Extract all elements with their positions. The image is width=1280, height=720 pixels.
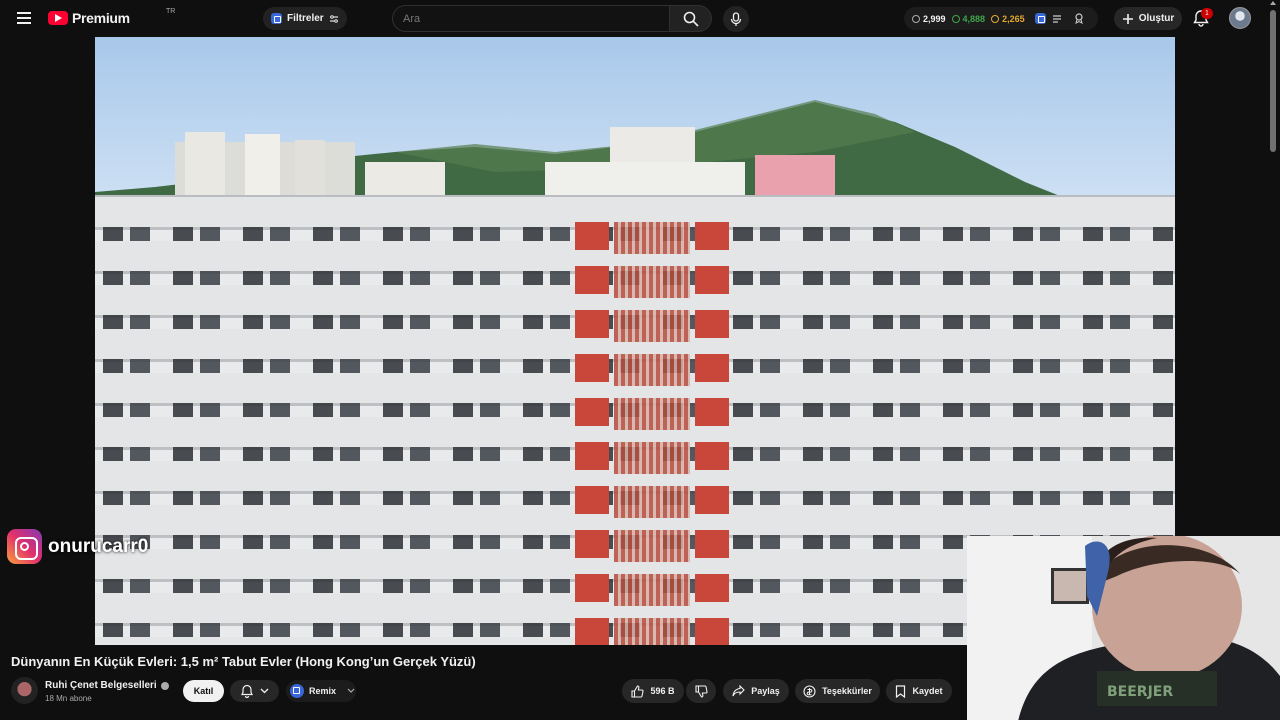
voice-search-button[interactable] bbox=[723, 6, 749, 32]
video-mountains bbox=[95, 100, 1175, 212]
views-stat: 2,999 bbox=[912, 14, 946, 24]
filters-label: Filtreler bbox=[287, 13, 324, 24]
youtube-logo-icon bbox=[48, 11, 68, 25]
coin-icon bbox=[991, 14, 1000, 23]
webcam-overlay: BEERJER bbox=[967, 536, 1280, 720]
join-button[interactable]: Katıl bbox=[183, 680, 224, 702]
instagram-overlay: onurucarr0 bbox=[7, 529, 148, 564]
views-count: 2,999 bbox=[923, 13, 946, 24]
search-bar bbox=[392, 5, 714, 32]
share-icon bbox=[732, 685, 746, 697]
extension-icon[interactable] bbox=[1034, 13, 1046, 24]
page-scrollbar[interactable] bbox=[1270, 10, 1276, 152]
microphone-icon bbox=[730, 11, 742, 26]
subscription-bell-button[interactable] bbox=[230, 680, 279, 702]
sliders-icon bbox=[329, 14, 338, 23]
like-button[interactable]: 596 B bbox=[622, 679, 684, 703]
instagram-handle: onurucarr0 bbox=[48, 535, 149, 557]
search-input[interactable] bbox=[392, 5, 670, 32]
eye-icon bbox=[912, 14, 920, 23]
subscriber-count: 18 Mn abone bbox=[45, 694, 92, 703]
share-button[interactable]: Paylaş bbox=[723, 679, 789, 703]
svg-text:BEERJER: BEERJER bbox=[1107, 684, 1173, 700]
hamburger-menu-icon[interactable] bbox=[12, 8, 36, 28]
channel-avatar[interactable] bbox=[11, 677, 38, 704]
video-red-column-right bbox=[695, 222, 729, 645]
save-button[interactable]: Kaydet bbox=[886, 679, 952, 703]
search-button[interactable] bbox=[670, 5, 712, 32]
remix-label: Remix bbox=[309, 686, 337, 696]
likes-count: 4,888 bbox=[962, 13, 986, 24]
streamer-image: BEERJER bbox=[1018, 536, 1280, 720]
thanks-label: Teşekkürler bbox=[822, 686, 872, 696]
channel-name-row[interactable]: Ruhi Çenet Belgeselleri bbox=[45, 680, 169, 691]
plus-icon bbox=[1122, 13, 1133, 24]
account-avatar[interactable] bbox=[1229, 7, 1251, 29]
top-bar: Premium TR Filtreler 2,999 4,888 bbox=[0, 0, 1280, 37]
filters-button[interactable]: Filtreler bbox=[263, 7, 347, 30]
verified-icon bbox=[160, 681, 169, 690]
thanks-icon bbox=[803, 684, 816, 698]
badge-icon[interactable] bbox=[1074, 13, 1084, 24]
remix-icon bbox=[290, 684, 304, 698]
like-count: 596 B bbox=[650, 686, 675, 696]
chevron-down-icon bbox=[347, 688, 355, 693]
extension-stats-bar[interactable]: 2,999 4,888 2,265 bbox=[904, 7, 1098, 30]
create-label: Oluştur bbox=[1138, 13, 1175, 24]
coins-stat: 2,265 bbox=[991, 14, 1025, 24]
bell-icon bbox=[241, 684, 253, 698]
likes-stat: 4,888 bbox=[951, 13, 986, 24]
instagram-icon bbox=[7, 529, 42, 564]
coins-count: 2,265 bbox=[1002, 13, 1025, 24]
thumbs-down-icon bbox=[694, 684, 708, 698]
dislike-button[interactable] bbox=[686, 679, 716, 703]
thumbs-up-icon bbox=[631, 684, 645, 698]
channel-name[interactable]: Ruhi Çenet Belgeselleri bbox=[45, 680, 157, 691]
video-red-grid bbox=[614, 222, 690, 645]
list-icon[interactable] bbox=[1052, 14, 1062, 24]
video-red-column-left bbox=[575, 222, 609, 645]
extension-icon bbox=[271, 13, 282, 24]
remix-button[interactable]: Remix bbox=[286, 680, 356, 702]
person-icon bbox=[951, 14, 960, 23]
chevron-down-icon bbox=[260, 688, 269, 694]
thanks-button[interactable]: Teşekkürler bbox=[795, 679, 880, 703]
scroll-up-arrow[interactable] bbox=[1270, 1, 1276, 5]
search-icon bbox=[683, 11, 699, 27]
create-button[interactable]: Oluştur bbox=[1114, 7, 1182, 30]
youtube-premium-logo[interactable]: Premium TR bbox=[48, 8, 175, 26]
notification-badge: 1 bbox=[1201, 8, 1213, 19]
logo-region: TR bbox=[166, 8, 176, 15]
save-label: Kaydet bbox=[912, 686, 943, 696]
bookmark-icon bbox=[896, 684, 906, 698]
video-title: Dünyanın En Küçük Evleri: 1,5 m² Tabut E… bbox=[11, 654, 476, 669]
share-label: Paylaş bbox=[751, 686, 780, 696]
logo-text: Premium bbox=[72, 10, 130, 26]
